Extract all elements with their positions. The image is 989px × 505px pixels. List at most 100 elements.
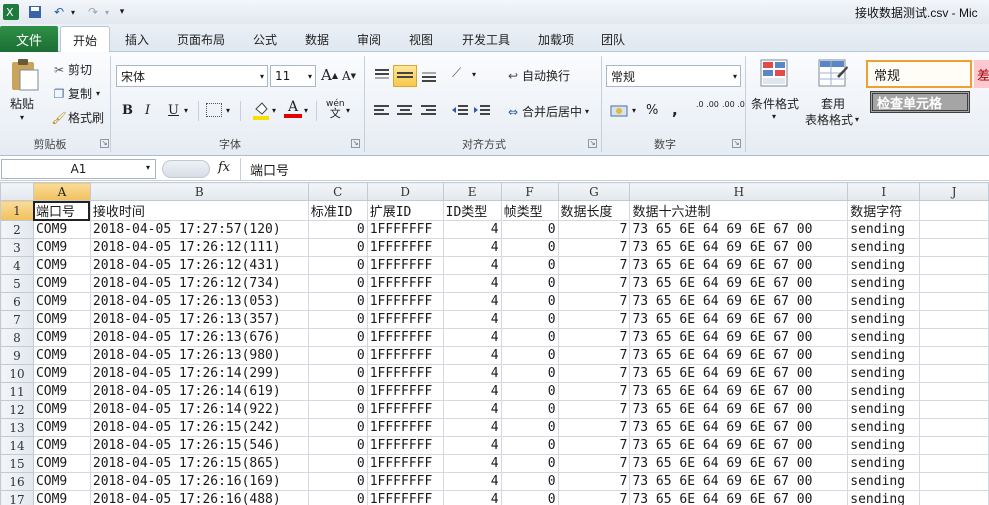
cell[interactable]: COM9: [32, 292, 91, 311]
cell[interactable]: 0: [307, 364, 368, 383]
tab-insert[interactable]: 插入: [114, 26, 160, 52]
cell[interactable]: sending: [847, 220, 921, 239]
column-header[interactable]: A: [32, 182, 91, 201]
wrap-text-button[interactable]: ↩ 自动换行: [504, 67, 570, 84]
cell[interactable]: COM9: [32, 220, 91, 239]
cell[interactable]: 0: [307, 472, 368, 491]
cell[interactable]: 数据长度: [557, 200, 631, 221]
cell[interactable]: 端口号: [32, 200, 91, 221]
tab-page-layout[interactable]: 页面布局: [166, 26, 236, 52]
underline-button[interactable]: U: [168, 103, 179, 118]
formula-bar-splitter[interactable]: [162, 160, 210, 178]
cell[interactable]: [919, 436, 989, 455]
cell[interactable]: 1FFFFFFF: [366, 364, 444, 383]
orientation-icon[interactable]: ⟋: [452, 66, 470, 84]
column-header[interactable]: J: [919, 182, 989, 201]
row-header[interactable]: 4: [0, 256, 34, 275]
cell[interactable]: COM9: [32, 310, 91, 329]
cell[interactable]: 0: [307, 328, 368, 347]
cell[interactable]: 2018-04-05 17:26:15(865): [89, 454, 309, 473]
cell[interactable]: 4: [442, 238, 502, 257]
cell[interactable]: 2018-04-05 17:26:15(242): [89, 418, 309, 437]
formula-input[interactable]: 端口号: [250, 160, 289, 179]
cell[interactable]: 帧类型: [500, 200, 559, 221]
cell[interactable]: [919, 454, 989, 473]
row-header[interactable]: 6: [0, 292, 34, 311]
paste-button[interactable]: 粘贴: [10, 95, 34, 112]
cell[interactable]: 7: [557, 490, 631, 505]
phonetic-button[interactable]: wén 文: [326, 100, 345, 120]
cell[interactable]: 4: [442, 472, 502, 491]
cell[interactable]: 73 65 6E 64 69 6E 67 00: [629, 472, 849, 491]
cell[interactable]: 7: [557, 238, 631, 257]
cell[interactable]: 7: [557, 382, 631, 401]
cell[interactable]: 0: [500, 400, 559, 419]
cell[interactable]: COM9: [32, 454, 91, 473]
cell[interactable]: 2018-04-05 17:26:13(357): [89, 310, 309, 329]
cell[interactable]: [919, 382, 989, 401]
cell[interactable]: 73 65 6E 64 69 6E 67 00: [629, 490, 849, 505]
cell[interactable]: sending: [847, 382, 921, 401]
name-box-dropdown-icon[interactable]: ▾: [146, 163, 150, 172]
cell[interactable]: COM9: [32, 274, 91, 293]
comma-button[interactable]: ,: [672, 101, 678, 119]
cell[interactable]: sending: [847, 418, 921, 437]
cell[interactable]: sending: [847, 292, 921, 311]
cell[interactable]: 2018-04-05 17:26:13(980): [89, 346, 309, 365]
number-launcher-icon[interactable]: ↘: [732, 139, 741, 148]
cell[interactable]: 2018-04-05 17:26:16(169): [89, 472, 309, 491]
save-icon[interactable]: [26, 3, 44, 21]
row-header[interactable]: 10: [0, 364, 34, 383]
cell[interactable]: 0: [500, 238, 559, 257]
row-header[interactable]: 14: [0, 436, 34, 455]
cell[interactable]: 0: [307, 238, 368, 257]
cell[interactable]: 1FFFFFFF: [366, 436, 444, 455]
cell[interactable]: 4: [442, 346, 502, 365]
cell[interactable]: sending: [847, 256, 921, 275]
font-name-select[interactable]: 宋体 ▾: [116, 65, 268, 87]
conditional-format-dropdown-icon[interactable]: ▾: [772, 112, 776, 121]
cell[interactable]: [919, 472, 989, 491]
cell[interactable]: sending: [847, 490, 921, 505]
row-header[interactable]: 1: [0, 200, 34, 221]
number-format-select[interactable]: 常规 ▾: [606, 65, 741, 87]
row-header[interactable]: 12: [0, 400, 34, 419]
cell[interactable]: COM9: [32, 346, 91, 365]
cell[interactable]: 1FFFFFFF: [366, 256, 444, 275]
cell[interactable]: sending: [847, 472, 921, 491]
font-color-icon[interactable]: A: [284, 99, 302, 121]
cell[interactable]: sending: [847, 400, 921, 419]
cell[interactable]: 73 65 6E 64 69 6E 67 00: [629, 454, 849, 473]
insert-function-icon[interactable]: fx: [218, 160, 230, 175]
cell[interactable]: 1FFFFFFF: [366, 490, 444, 505]
cell[interactable]: 0: [307, 256, 368, 275]
cell[interactable]: 4: [442, 328, 502, 347]
cell[interactable]: COM9: [32, 436, 91, 455]
cell[interactable]: 73 65 6E 64 69 6E 67 00: [629, 238, 849, 257]
style-check-cell[interactable]: 检查单元格: [870, 91, 970, 113]
cell[interactable]: 4: [442, 256, 502, 275]
cell[interactable]: 7: [557, 454, 631, 473]
cell[interactable]: 数据十六进制: [629, 200, 849, 221]
cell[interactable]: 1FFFFFFF: [366, 472, 444, 491]
cell[interactable]: 2018-04-05 17:26:12(734): [89, 274, 309, 293]
cell[interactable]: 4: [442, 382, 502, 401]
conditional-format-button[interactable]: 条件格式: [751, 95, 799, 112]
cell[interactable]: 73 65 6E 64 69 6E 67 00: [629, 220, 849, 239]
align-bottom-icon[interactable]: [421, 68, 437, 82]
merge-center-button[interactable]: ⇔ 合并后居中 ▾: [504, 103, 589, 120]
font-launcher-icon[interactable]: ↘: [351, 139, 360, 148]
cell[interactable]: 73 65 6E 64 69 6E 67 00: [629, 274, 849, 293]
fill-color-icon[interactable]: [252, 100, 270, 122]
font-size-select[interactable]: 11 ▾: [270, 65, 316, 87]
cell[interactable]: COM9: [32, 472, 91, 491]
cell[interactable]: 0: [307, 400, 368, 419]
paste-icon[interactable]: [8, 58, 40, 92]
cell[interactable]: 4: [442, 292, 502, 311]
fill-color-dropdown-icon[interactable]: ▾: [272, 106, 276, 115]
cell[interactable]: 0: [307, 220, 368, 239]
cell[interactable]: COM9: [32, 400, 91, 419]
tab-team[interactable]: 团队: [590, 26, 636, 52]
cut-button[interactable]: ✂ 剪切: [50, 61, 92, 78]
tab-formulas[interactable]: 公式: [242, 26, 288, 52]
